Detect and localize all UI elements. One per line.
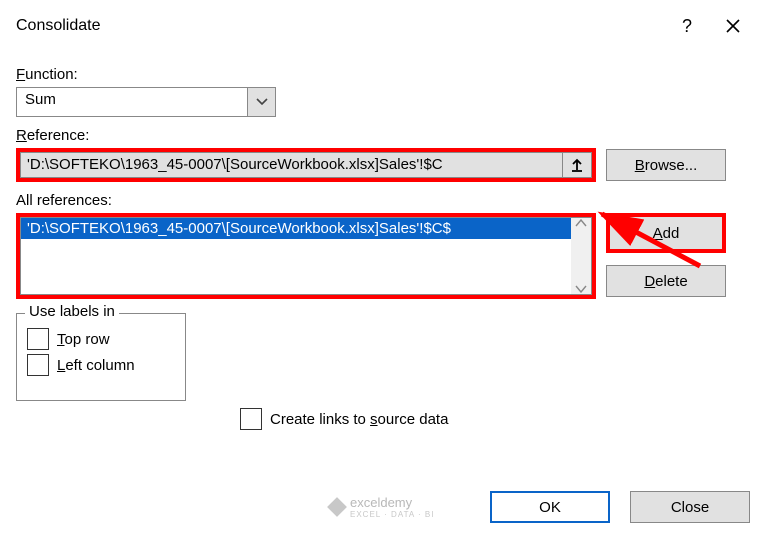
create-links-checkbox[interactable] bbox=[240, 408, 262, 430]
watermark-brand: exceldemy bbox=[350, 495, 434, 510]
top-row-label: Top row bbox=[57, 331, 110, 348]
add-button[interactable]: Add bbox=[606, 213, 726, 253]
use-labels-legend: Use labels in bbox=[25, 303, 119, 320]
left-column-label: Left column bbox=[57, 357, 135, 374]
dialog-title: Consolidate bbox=[16, 17, 664, 35]
ok-button[interactable]: OK bbox=[490, 491, 610, 523]
watermark: exceldemy EXCEL · DATA · BI bbox=[330, 495, 434, 519]
reference-label: Reference: bbox=[16, 127, 752, 144]
reference-input[interactable]: 'D:\SOFTEKO\1963_45-0007\[SourceWorkbook… bbox=[20, 152, 562, 178]
help-button[interactable]: ? bbox=[664, 8, 710, 44]
all-references-label: All references: bbox=[16, 192, 752, 209]
dialog-footer: OK Close bbox=[490, 491, 750, 523]
list-item[interactable]: 'D:\SOFTEKO\1963_45-0007\[SourceWorkbook… bbox=[21, 218, 591, 239]
collapse-dialog-button[interactable] bbox=[562, 152, 592, 178]
watermark-sub: EXCEL · DATA · BI bbox=[350, 510, 434, 519]
function-combobox[interactable]: Sum bbox=[16, 87, 276, 117]
use-labels-fieldset: Use labels in Top row Left column bbox=[16, 313, 186, 401]
all-references-listbox[interactable]: 'D:\SOFTEKO\1963_45-0007\[SourceWorkbook… bbox=[20, 217, 592, 295]
close-x-button[interactable] bbox=[710, 8, 756, 44]
left-column-checkbox[interactable] bbox=[27, 354, 49, 376]
create-links-label: Create links to source data bbox=[270, 411, 448, 428]
delete-button[interactable]: Delete bbox=[606, 265, 726, 297]
close-button[interactable]: Close bbox=[630, 491, 750, 523]
function-value: Sum bbox=[17, 88, 247, 116]
dialog-body: Function: Sum Reference: 'D:\SOFTEKO\196… bbox=[0, 48, 768, 413]
watermark-icon bbox=[327, 497, 347, 517]
top-row-checkbox[interactable] bbox=[27, 328, 49, 350]
create-links-row: Create links to source data bbox=[240, 408, 448, 430]
chevron-down-icon[interactable] bbox=[247, 88, 275, 116]
function-label: Function: bbox=[16, 66, 752, 83]
browse-button[interactable]: Browse... bbox=[606, 149, 726, 181]
reference-row: 'D:\SOFTEKO\1963_45-0007\[SourceWorkbook… bbox=[16, 148, 596, 182]
scrollbar[interactable] bbox=[571, 218, 591, 294]
titlebar: Consolidate ? bbox=[0, 0, 768, 48]
